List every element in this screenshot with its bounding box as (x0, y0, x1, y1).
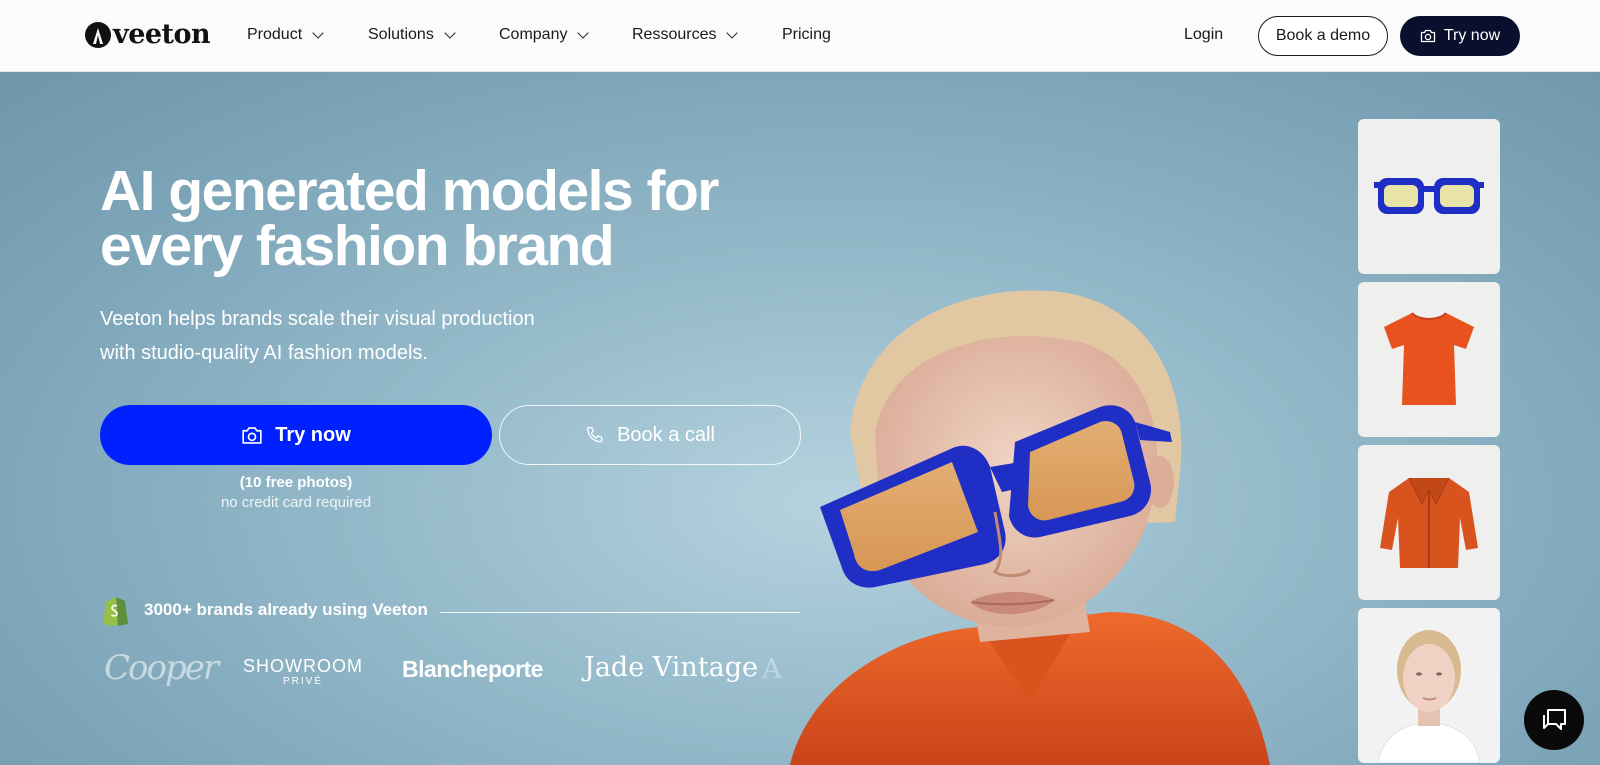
thumbnail-orange-jacket[interactable] (1358, 445, 1500, 600)
try-now-nav-label: Try now (1443, 27, 1501, 44)
camera-icon (1420, 29, 1435, 43)
product-thumbnails (1358, 119, 1500, 765)
logo-mark-icon (85, 22, 111, 48)
thumbnail-sunglasses[interactable] (1358, 119, 1500, 274)
try-now-button[interactable]: Try now (100, 405, 492, 465)
hero-section: AI generated models for every fashion br… (0, 72, 1600, 765)
divider-line (440, 612, 800, 613)
orange-jacket-image (1380, 477, 1478, 568)
showroom-logo-text: SHOWROOM (243, 656, 363, 676)
nav-company[interactable]: Company (499, 26, 590, 44)
veeton-logo[interactable]: veeton (85, 19, 211, 50)
blancheporte-logo: Blancheporte (402, 656, 543, 682)
chevron-down-icon (726, 26, 739, 39)
top-navigation: veeton Product Solutions Company Ressour… (0, 0, 1600, 72)
chat-widget-button[interactable] (1524, 690, 1584, 750)
phone-icon (587, 426, 603, 443)
thumbnail-model-portrait[interactable] (1358, 608, 1500, 763)
fashion-model-image (790, 290, 1270, 765)
hero-subtitle: Veeton helps brands scale their visual p… (100, 308, 535, 364)
nav-product[interactable]: Product (247, 26, 324, 44)
brand-logos-strip: Cooper SHOWROOM PRIVÉ Blancheporte Jade … (100, 648, 800, 702)
nav-pricing[interactable]: Pricing (782, 26, 831, 44)
nav-solutions[interactable]: Solutions (368, 26, 456, 44)
nav-product-label: Product (247, 26, 303, 43)
shopify-icon (103, 597, 128, 626)
chat-icon (1543, 709, 1566, 730)
book-call-button[interactable]: Book a call (499, 405, 801, 465)
nav-company-label: Company (499, 26, 568, 43)
free-photos-note: (10 free photos) (239, 474, 353, 491)
chevron-down-icon (444, 26, 456, 39)
showroom-prive-logo: SHOWROOM PRIVÉ (243, 656, 363, 690)
try-now-nav-button[interactable]: Try now (1400, 16, 1520, 56)
camera-icon (242, 426, 262, 444)
chevron-down-icon (577, 26, 590, 39)
jade-vintage-logo: Jade Vintage (584, 652, 759, 683)
no-credit-card-note: no credit card required (220, 494, 372, 511)
logo-text: veeton (113, 19, 211, 50)
cooper-logo: Cooper (104, 648, 219, 688)
hero-title: AI generated models for every fashion br… (100, 159, 719, 278)
chevron-down-icon (312, 26, 324, 39)
try-now-label: Try now (275, 423, 351, 446)
book-demo-button[interactable]: Book a demo (1258, 16, 1388, 56)
model-portrait-image (1377, 630, 1481, 763)
login-link[interactable]: Login (1184, 26, 1223, 44)
showroom-logo-sub: PRIVÉ (282, 676, 323, 687)
nav-ressources[interactable]: Ressources (632, 26, 739, 44)
orange-tshirt-image (1384, 311, 1474, 405)
brands-count-text: 3000+ brands already using Veeton (144, 600, 428, 619)
sunglasses-image (1374, 177, 1484, 214)
brands-row: 3000+ brands already using Veeton (100, 594, 428, 626)
nav-ressources-label: Ressources (632, 26, 717, 43)
thumbnail-orange-tshirt[interactable] (1358, 282, 1500, 437)
nav-pricing-label: Pricing (782, 26, 831, 43)
partial-brand-logo: A (762, 654, 782, 685)
book-call-label: Book a call (617, 423, 715, 446)
nav-solutions-label: Solutions (368, 26, 434, 43)
